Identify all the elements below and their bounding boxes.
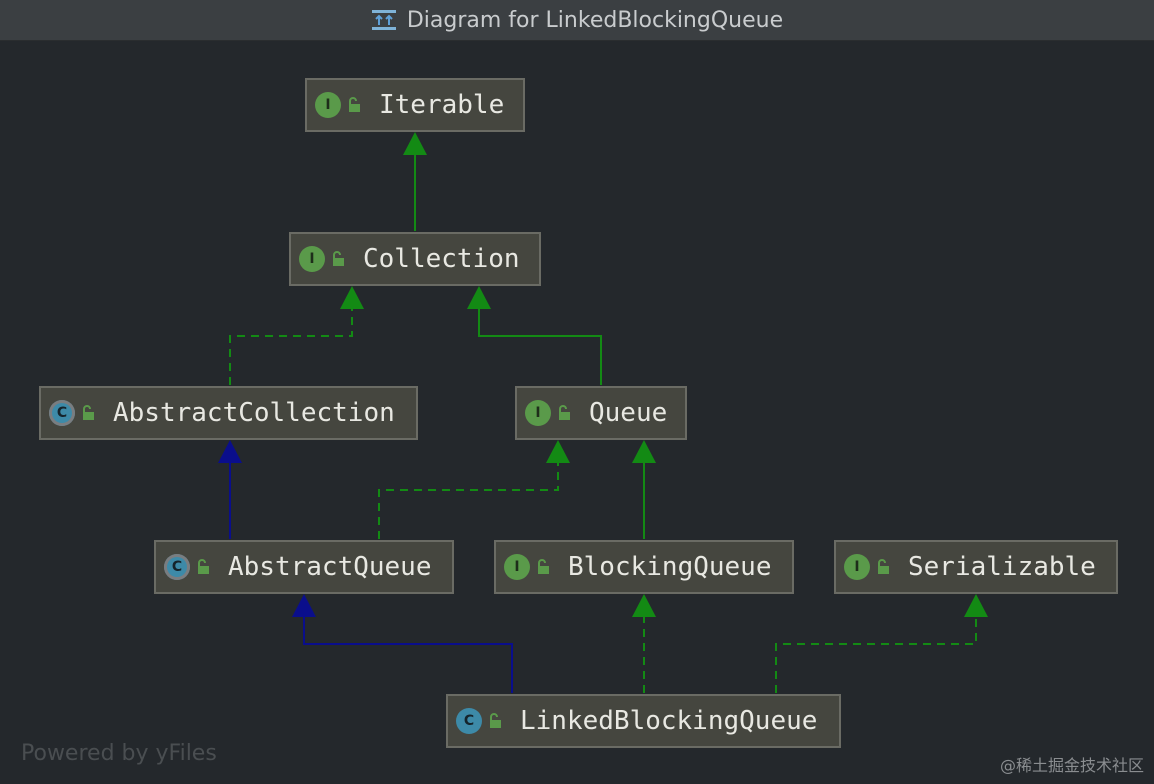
arrowhead-abstractqueue: [292, 594, 316, 617]
arrowhead-abstractcollection: [218, 440, 242, 463]
arrowhead-queue-solid: [632, 440, 656, 463]
arrowhead-iterable: [403, 132, 427, 155]
public-lock-icon: [81, 405, 95, 421]
public-lock-icon: [536, 559, 550, 575]
node-label: Collection: [363, 244, 520, 274]
node-linked-blocking-queue[interactable]: C LinkedBlockingQueue: [446, 694, 841, 748]
node-label: AbstractCollection: [113, 398, 395, 428]
arrowhead-blockingqueue: [632, 594, 656, 617]
node-serializable[interactable]: I Serializable: [834, 540, 1118, 594]
node-blocking-queue[interactable]: I BlockingQueue: [494, 540, 794, 594]
node-queue[interactable]: I Queue: [515, 386, 687, 440]
node-iterable[interactable]: I Iterable: [305, 78, 525, 132]
window-title: Diagram for LinkedBlockingQueue: [406, 7, 784, 33]
interface-icon: I: [504, 554, 530, 580]
arrowhead-collection-solid: [467, 286, 491, 309]
arrowhead-queue-dashed: [546, 440, 570, 463]
watermark: @稀土掘金技术社区: [999, 756, 1144, 775]
window-title-bar: Diagram for LinkedBlockingQueue: [0, 0, 1154, 41]
node-abstract-collection[interactable]: C AbstractCollection: [39, 386, 418, 440]
edge-abstractqueue-queue: [378, 459, 559, 539]
node-label: BlockingQueue: [568, 552, 772, 582]
public-lock-icon: [488, 713, 502, 729]
interface-icon: I: [844, 554, 870, 580]
abstract-class-icon: C: [49, 400, 75, 426]
node-label: Queue: [589, 398, 668, 428]
node-label: LinkedBlockingQueue: [520, 706, 818, 736]
abstract-class-icon: C: [164, 554, 190, 580]
public-lock-icon: [557, 405, 571, 421]
edge-linkedblockingqueue-serializable: [775, 613, 977, 693]
node-abstract-queue[interactable]: C AbstractQueue: [154, 540, 454, 594]
public-lock-icon: [347, 97, 361, 113]
interface-icon: I: [299, 246, 325, 272]
arrowhead-serializable: [964, 594, 988, 617]
node-label: AbstractQueue: [228, 552, 432, 582]
node-label: Serializable: [908, 552, 1096, 582]
powered-by-label: Powered by yFiles: [21, 741, 217, 766]
public-lock-icon: [876, 559, 890, 575]
arrowhead-collection-dashed: [340, 286, 364, 309]
class-icon: C: [456, 708, 482, 734]
edge-linkedblockingqueue-abstractqueue: [303, 613, 513, 693]
diagram-icon: [371, 9, 397, 31]
node-collection[interactable]: I Collection: [289, 232, 541, 286]
node-label: Iterable: [379, 90, 505, 120]
interface-icon: I: [315, 92, 341, 118]
diagram-canvas[interactable]: I Iterable I Collection C AbstractCollec…: [0, 41, 1154, 784]
public-lock-icon: [196, 559, 210, 575]
interface-icon: I: [525, 400, 551, 426]
edge-abstractcollection-collection: [229, 305, 353, 385]
public-lock-icon: [331, 251, 345, 267]
edge-queue-collection: [478, 305, 602, 385]
